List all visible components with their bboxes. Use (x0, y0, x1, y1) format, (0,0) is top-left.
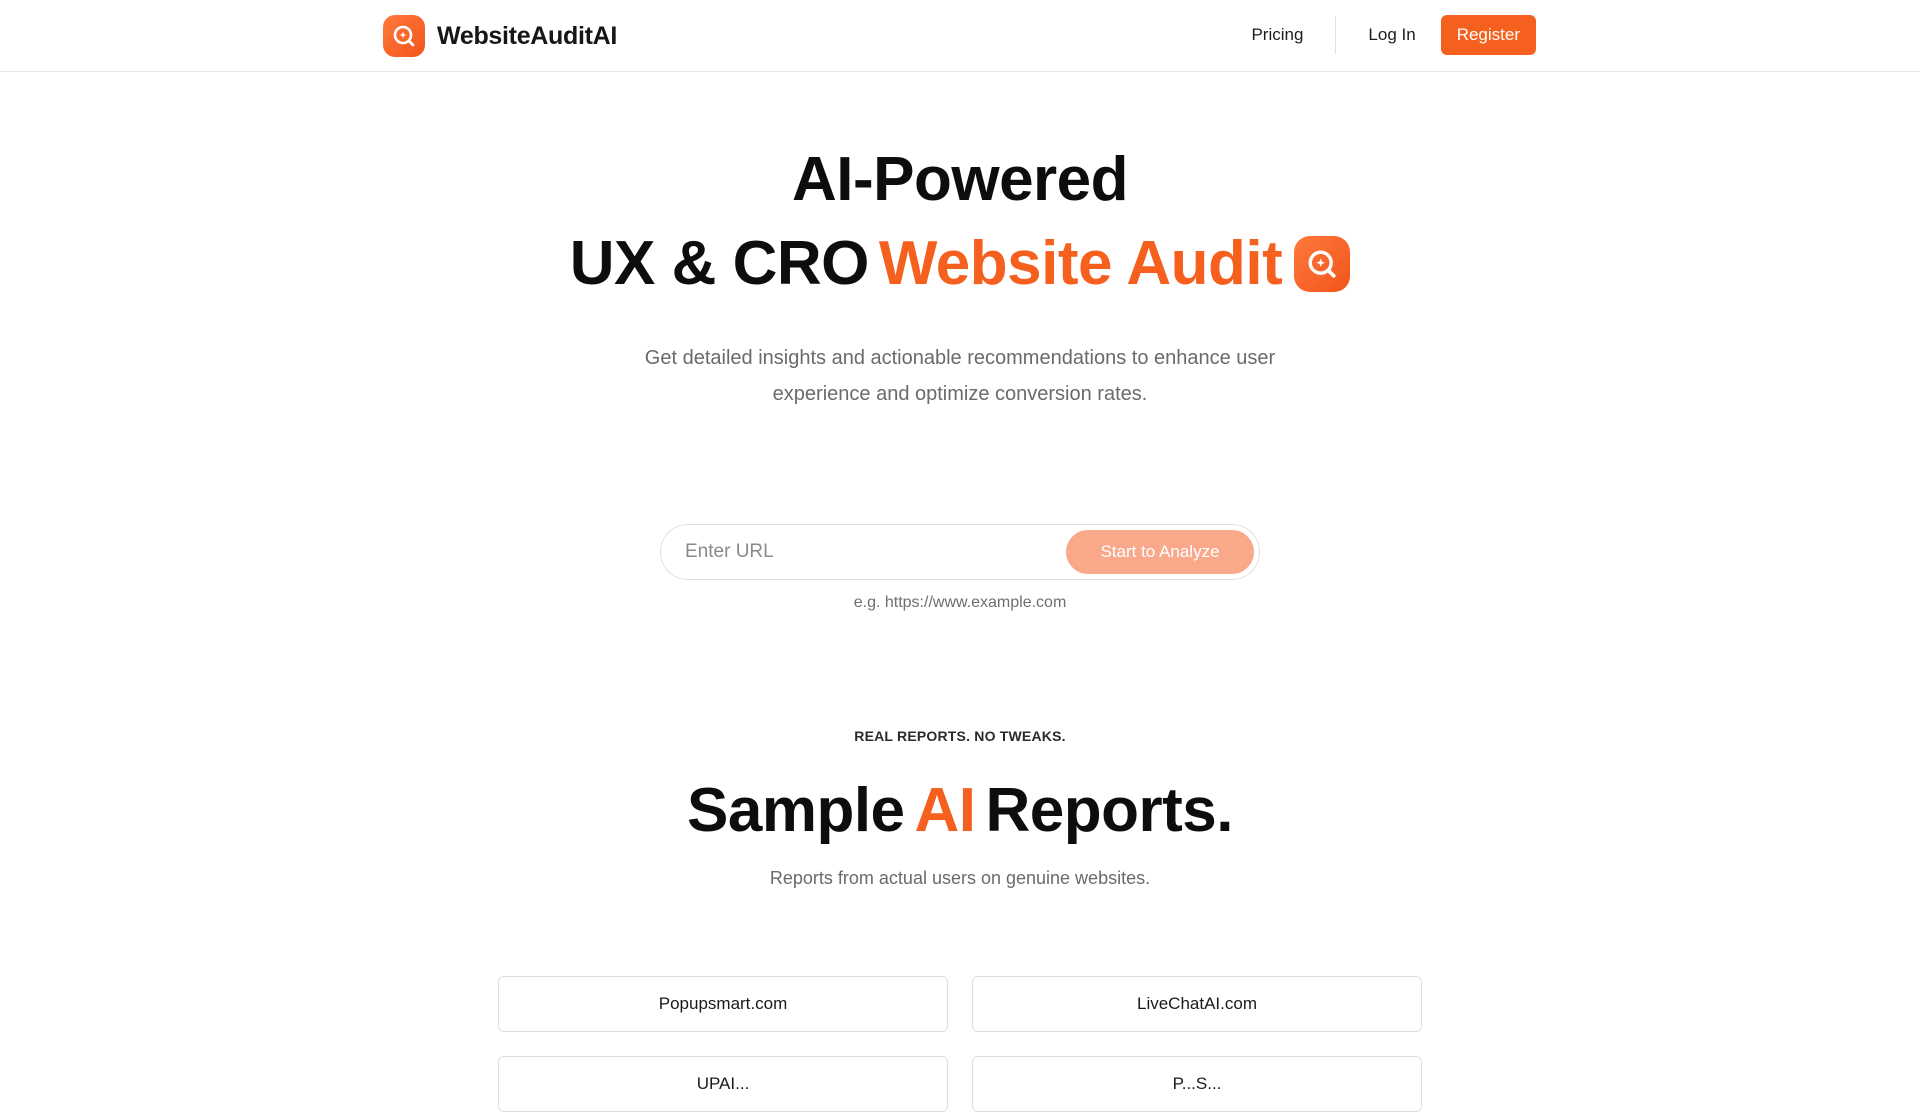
magnifier-plus-icon (1294, 236, 1351, 292)
top-nav: Pricing Log In Register (1251, 15, 1536, 55)
brand-logo-link[interactable]: WebsiteAuditAI (383, 15, 617, 57)
samples-title-b: Reports. (985, 775, 1234, 845)
nav-login-link[interactable]: Log In (1368, 25, 1415, 45)
samples-title-accent: AI (914, 775, 977, 845)
hero-title-line2: UX & CRO Website Audit (0, 226, 1920, 302)
hero-subtitle: Get detailed insights and actionable rec… (644, 347, 1276, 405)
hero-title-line1: AI-Powered (791, 145, 1129, 214)
url-hint: e.g. https://www.example.com (853, 594, 1067, 611)
magnifier-plus-icon (383, 15, 425, 57)
hero-title-accent: Website Audit (878, 229, 1283, 298)
report-card-livechatai[interactable]: LiveChatAI.com (972, 976, 1422, 1032)
report-card-4[interactable]: P...S... (972, 1056, 1422, 1112)
report-card-popupsmart[interactable]: Popupsmart.com (498, 976, 948, 1032)
report-card-3[interactable]: UPAI... (498, 1056, 948, 1112)
site-header: WebsiteAuditAI Pricing Log In Register (0, 0, 1920, 72)
nav-pricing-link[interactable]: Pricing (1251, 25, 1303, 45)
hero-title-plain: UX & CRO (569, 229, 870, 298)
sample-reports-grid: Popupsmart.com LiveChatAI.com UPAI... P.… (498, 976, 1422, 1112)
samples-title: Sample AI Reports. (0, 772, 1920, 848)
samples-title-a: Sample (686, 775, 905, 845)
nav-divider (1335, 16, 1337, 54)
brand-name: WebsiteAuditAI (437, 21, 618, 50)
url-input[interactable] (661, 525, 1066, 579)
samples-subtitle: Reports from actual users on genuine web… (769, 868, 1151, 888)
start-analyze-button[interactable]: Start to Analyze (1066, 530, 1254, 574)
samples-eyebrow: REAL REPORTS. NO TWEAKS. (854, 728, 1066, 744)
register-button[interactable]: Register (1440, 15, 1536, 55)
url-search-box: Start to Analyze (660, 524, 1260, 580)
